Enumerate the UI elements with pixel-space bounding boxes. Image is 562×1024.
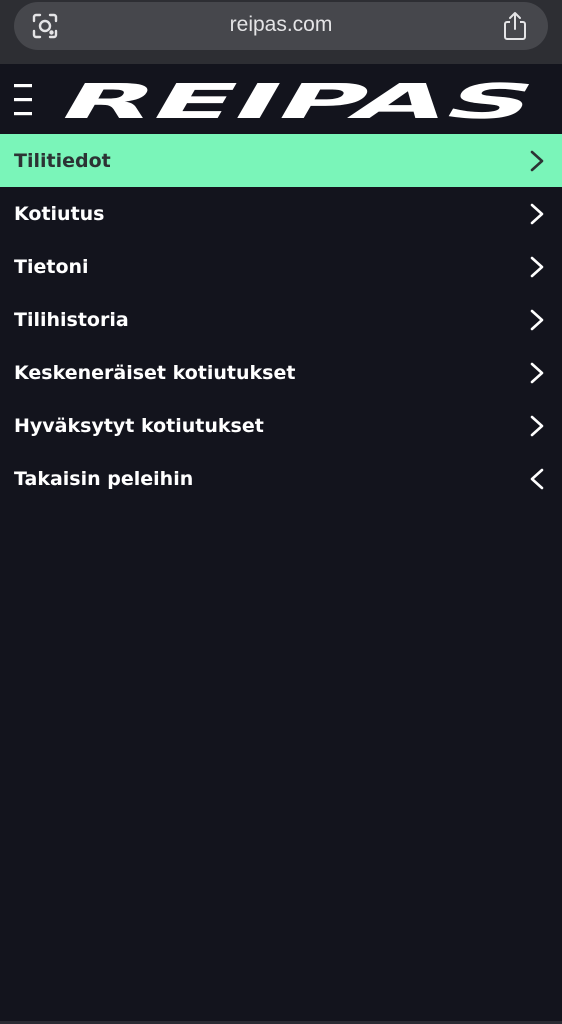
menu-item-label: Tietoni: [14, 255, 89, 278]
logo-text: REIPAS: [48, 78, 546, 122]
url-text[interactable]: reipas.com: [14, 13, 548, 37]
account-menu: Tilitiedot Kotiutus Tietoni Tilihistoria…: [0, 134, 562, 505]
chevron-right-icon: [530, 362, 544, 383]
chevron-right-icon: [530, 309, 544, 330]
hamburger-menu-icon[interactable]: [14, 82, 34, 118]
chevron-right-icon: [530, 150, 544, 171]
site-header: REIPAS: [0, 64, 562, 134]
menu-item-hyvaksytyt-kotiutukset[interactable]: Hyväksytyt kotiutukset: [0, 399, 562, 452]
address-bar[interactable]: reipas.com: [14, 2, 548, 50]
menu-item-label: Takaisin peleihin: [14, 467, 194, 490]
menu-item-label: Tilihistoria: [14, 308, 129, 331]
chevron-left-icon: [530, 468, 544, 489]
menu-item-tilihistoria[interactable]: Tilihistoria: [0, 293, 562, 346]
menu-item-label: Tilitiedot: [14, 149, 111, 172]
menu-item-label: Keskeneräiset kotiutukset: [14, 361, 296, 384]
share-icon[interactable]: [502, 11, 528, 41]
reipas-logo[interactable]: REIPAS: [48, 78, 546, 122]
menu-item-tilitiedot[interactable]: Tilitiedot: [0, 134, 562, 187]
menu-item-label: Kotiutus: [14, 202, 105, 225]
chevron-right-icon: [530, 203, 544, 224]
chevron-right-icon: [530, 415, 544, 436]
chevron-right-icon: [530, 256, 544, 277]
menu-item-takaisin-peleihin[interactable]: Takaisin peleihin: [0, 452, 562, 505]
browser-toolbar: reipas.com: [0, 0, 562, 64]
menu-item-tietoni[interactable]: Tietoni: [0, 240, 562, 293]
menu-item-label: Hyväksytyt kotiutukset: [14, 414, 264, 437]
menu-item-keskeneraiset-kotiutukset[interactable]: Keskeneräiset kotiutukset: [0, 346, 562, 399]
menu-item-kotiutus[interactable]: Kotiutus: [0, 187, 562, 240]
